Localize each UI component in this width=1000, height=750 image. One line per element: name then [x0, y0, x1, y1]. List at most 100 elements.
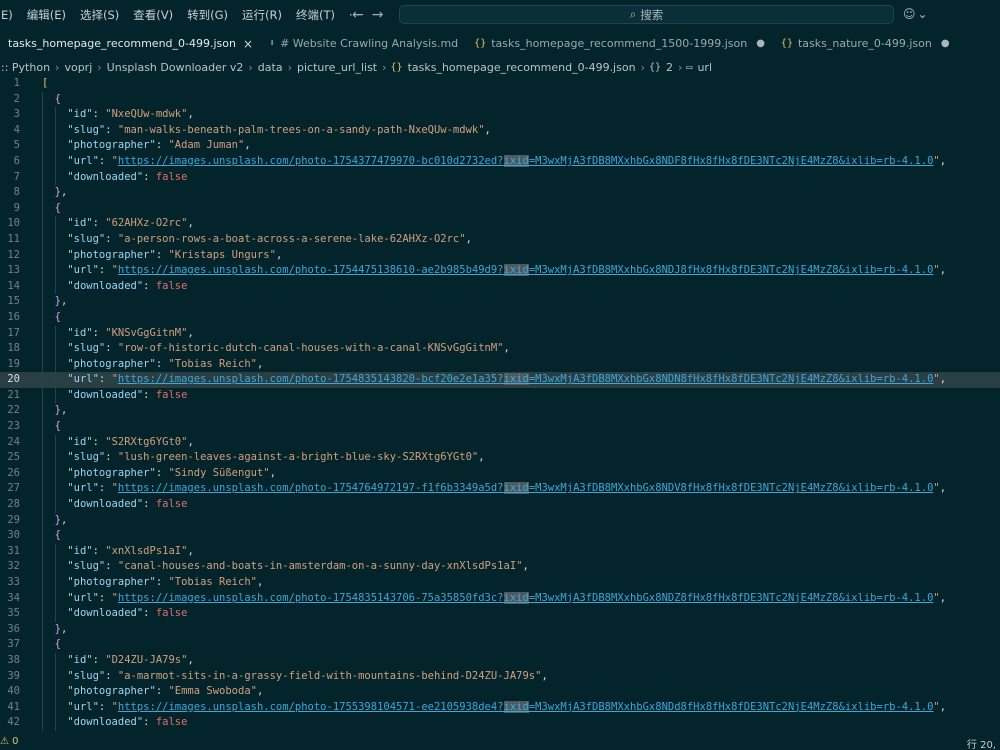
menu-view[interactable]: 查看(V): [126, 7, 180, 23]
line-number: 33: [7, 576, 20, 588]
code-line[interactable]: 5 "photographer": "Adam Juman",: [0, 138, 1000, 154]
breadcrumb-picture-url-list[interactable]: picture_url_list: [296, 61, 378, 74]
code-line[interactable]: 29 },: [0, 512, 1000, 529]
code-line[interactable]: 42 "downloaded": false: [0, 715, 1000, 731]
breadcrumb-voprj[interactable]: voprj: [63, 61, 93, 74]
code-text: [: [42, 77, 49, 89]
code-line[interactable]: 4 "slug": "man-walks-beneath-palm-trees-…: [0, 122, 1000, 139]
line-number: 36: [7, 622, 20, 635]
tab-website-crawling-analysis[interactable]: ⬇ # Website Crawling Analysis.md: [261, 30, 466, 57]
back-arrow-icon[interactable]: ←: [352, 7, 364, 23]
breadcrumb-index[interactable]: 2: [665, 61, 674, 74]
code-line[interactable]: 13 "url": "https://images.unsplash.com/p…: [0, 263, 1000, 279]
json-icon: {}: [474, 38, 487, 49]
code-line[interactable]: 16 {: [0, 309, 1000, 326]
breadcrumb-unsplash-downloader[interactable]: Unsplash Downloader v2: [106, 61, 245, 74]
code-line[interactable]: 20 "url": "https://images.unsplash.com/p…: [0, 372, 1000, 388]
code-line[interactable]: 27 "url": "https://images.unsplash.com/p…: [0, 481, 1000, 498]
tab-label: tasks_homepage_recommend_0-499.json: [8, 37, 236, 50]
code-text: "downloaded": false: [67, 716, 188, 729]
problems-indicator[interactable]: ⚠ 0: [0, 736, 19, 747]
line-number: 1: [13, 77, 20, 89]
menu-selection[interactable]: 选择(S): [73, 7, 126, 23]
menu-edit[interactable]: 编辑(E): [20, 7, 73, 23]
line-number: 11: [7, 232, 20, 245]
code-text: "slug": "man-walks-beneath-palm-trees-on…: [67, 123, 491, 136]
code-line[interactable]: 15 },: [0, 294, 1000, 310]
line-number: 15: [7, 295, 20, 308]
code-line[interactable]: 26 "photographer": "Sindy Süßengut",: [0, 465, 1000, 482]
code-line[interactable]: 12 "photographer": "Kristaps Ungurs",: [0, 247, 1000, 264]
code-line[interactable]: 36 },: [0, 621, 1000, 638]
code-line[interactable]: 2 {: [0, 91, 1000, 108]
code-line[interactable]: 30 {: [0, 528, 1000, 544]
code-text: {: [54, 420, 61, 433]
code-line[interactable]: 1[: [0, 76, 1000, 92]
code-line[interactable]: 28 "downloaded": false: [0, 497, 1000, 513]
cursor-position[interactable]: 行 20,: [967, 736, 996, 750]
code-line[interactable]: 7 "downloaded": false: [0, 169, 1000, 186]
breadcrumb-python[interactable]: :: Python: [0, 61, 51, 74]
code-line[interactable]: 31 "id": "xnXlsdPs1aI",: [0, 543, 1000, 560]
code-text: "id": "xnXlsdPs1aI",: [67, 544, 194, 557]
line-number: 19: [7, 357, 20, 370]
editor-tabs: tasks_homepage_recommend_0-499.json × ⬇ …: [0, 30, 1000, 57]
code-line[interactable]: 10 "id": "62AHXz-O2rc",: [0, 216, 1000, 232]
code-line[interactable]: 38 "id": "D24ZU-JA79s",: [0, 652, 1000, 669]
code-line[interactable]: 9 {: [0, 200, 1000, 217]
code-line[interactable]: 40 "photographer": "Emma Swoboda",: [0, 684, 1000, 700]
code-line[interactable]: 17 "id": "KNSvGgGitnM",: [0, 325, 1000, 342]
breadcrumb-file[interactable]: tasks_homepage_recommend_0-499.json: [407, 61, 637, 74]
code-line[interactable]: 6 "url": "https://images.unsplash.com/ph…: [0, 153, 1000, 170]
menu-terminal[interactable]: 终端(T): [289, 7, 342, 23]
code-line[interactable]: 35 "downloaded": false: [0, 606, 1000, 622]
code-line[interactable]: 41 "url": "https://images.unsplash.com/p…: [0, 699, 1000, 716]
copilot-menu[interactable]: ☺ ⌄: [903, 7, 928, 21]
code-text: "url": "https://images.unsplash.com/phot…: [67, 700, 947, 713]
tab-tasks-homepage-recommend-1500-1999[interactable]: {} tasks_homepage_recommend_1500-1999.js…: [466, 30, 773, 57]
code-text: "photographer": "Sindy Süßengut",: [67, 466, 276, 479]
search-label: 搜索: [640, 7, 664, 22]
title-bar: E) 编辑(E) 选择(S) 查看(V) 转到(G) 运行(R) 终端(T) ·…: [0, 0, 1000, 30]
line-number: 17: [7, 326, 20, 339]
json-icon: {}: [780, 38, 793, 49]
code-editor[interactable]: 1[2 {3 "id": "NxeQUw-mdwk", 4 "slug": "ma…: [0, 76, 1000, 735]
forward-arrow-icon[interactable]: →: [372, 7, 384, 23]
code-text: "downloaded": false: [67, 607, 188, 620]
code-line[interactable]: 19 "photographer": "Tobias Reich",: [0, 356, 1000, 373]
code-line[interactable]: 14 "downloaded": false: [0, 278, 1000, 295]
code-line[interactable]: 22 },: [0, 403, 1000, 420]
code-line[interactable]: 21 "downloaded": false: [0, 387, 1000, 404]
unsaved-dot-icon[interactable]: ●: [756, 38, 765, 49]
code-text: },: [54, 404, 68, 417]
tab-tasks-homepage-recommend-0-499[interactable]: tasks_homepage_recommend_0-499.json ×: [0, 30, 262, 57]
code-line[interactable]: 32 "slug": "canal-houses-and-boats-in-am…: [0, 559, 1000, 575]
line-number: 29: [7, 513, 20, 526]
line-number: 22: [7, 404, 20, 417]
breadcrumb-data[interactable]: data: [257, 61, 284, 74]
code-line[interactable]: 24 "id": "S2RXtg6YGt0",: [0, 434, 1000, 451]
menu-file[interactable]: E): [0, 8, 20, 22]
code-line[interactable]: 37 {: [0, 637, 1000, 653]
close-icon[interactable]: ×: [243, 37, 253, 51]
code-line[interactable]: 34 "url": "https://images.unsplash.com/p…: [0, 590, 1000, 607]
chevron-right-icon: ›: [640, 60, 645, 74]
code-line[interactable]: 3 "id": "NxeQUw-mdwk",: [0, 107, 1000, 123]
code-line[interactable]: 11 "slug": "a-person-rows-a-boat-across-…: [0, 231, 1000, 248]
code-line[interactable]: 23 {: [0, 419, 1000, 435]
tab-tasks-nature-0-499[interactable]: {} tasks_nature_0-499.json ●: [773, 30, 958, 57]
code-line[interactable]: 33 "photographer": "Tobias Reich",: [0, 575, 1000, 591]
code-line[interactable]: 8 },: [0, 185, 1000, 201]
menu-run[interactable]: 运行(R): [235, 7, 289, 23]
line-number: 42: [7, 716, 20, 729]
line-number: 40: [7, 685, 20, 698]
command-center-search[interactable]: ⌕ 搜索: [399, 5, 894, 24]
code-line[interactable]: 39 "slug": "a-marmot-sits-in-a-grassy-fi…: [0, 668, 1000, 685]
breadcrumb-url[interactable]: url: [696, 61, 713, 74]
unsaved-dot-icon[interactable]: ●: [941, 38, 950, 49]
code-text: "photographer": "Emma Swoboda",: [67, 685, 264, 698]
code-line[interactable]: 25 "slug": "lush-green-leaves-against-a-…: [0, 450, 1000, 466]
menu-go[interactable]: 转到(G): [180, 7, 235, 23]
line-number: 3: [13, 108, 20, 121]
code-line[interactable]: 18 "slug": "row-of-historic-dutch-canal-…: [0, 341, 1000, 357]
